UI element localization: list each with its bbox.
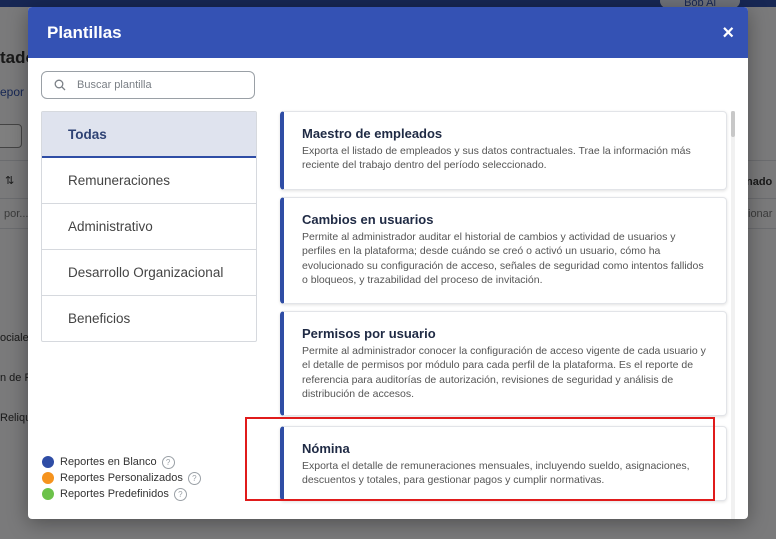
modal-title: Plantillas (47, 22, 122, 42)
category-item-administrativo[interactable]: Administrativo (42, 204, 256, 250)
category-list: Todas Remuneraciones Administrativo Desa… (41, 111, 257, 342)
template-card-cambios-usuarios[interactable]: Cambios en usuarios Permite al administr… (280, 197, 727, 304)
template-card-permisos-usuario[interactable]: Permisos por usuario Permite al administ… (280, 311, 727, 416)
legend-dot-blank (42, 456, 54, 468)
search-icon (54, 79, 66, 91)
report-type-legend: Reportes en Blanco ? Reportes Personaliz… (42, 454, 201, 502)
template-card-description: Exporta el listado de empleados y sus da… (302, 145, 691, 172)
legend-item-blank: Reportes en Blanco ? (42, 454, 201, 470)
legend-item-predefined: Reportes Predefinidos ? (42, 486, 201, 502)
modal-header: Plantillas × (28, 7, 748, 58)
legend-label: Reportes Personalizados (60, 472, 183, 484)
template-card-title: Maestro de empleados (302, 126, 443, 141)
selection-highlight (245, 417, 715, 501)
category-item-todas[interactable]: Todas (42, 112, 256, 158)
search-input[interactable] (75, 78, 239, 92)
scrollbar-thumb[interactable] (731, 111, 735, 137)
template-card-description: Permite al administrador conocer la conf… (302, 345, 706, 400)
help-icon[interactable]: ? (161, 455, 175, 469)
category-item-desarrollo-organizacional[interactable]: Desarrollo Organizacional (42, 250, 256, 296)
scrollbar[interactable] (731, 111, 735, 519)
legend-dot-predefined (42, 488, 54, 500)
template-card-maestro-empleados[interactable]: Maestro de empleados Exporta el listado … (280, 111, 727, 190)
help-icon[interactable]: ? (173, 487, 187, 501)
help-icon[interactable]: ? (187, 471, 201, 485)
legend-item-custom: Reportes Personalizados ? (42, 470, 201, 486)
legend-label: Reportes en Blanco (60, 456, 157, 468)
template-card-title: Permisos por usuario (302, 326, 436, 341)
template-card-title: Cambios en usuarios (302, 212, 434, 227)
close-button[interactable]: × (722, 23, 734, 43)
legend-label: Reportes Predefinidos (60, 488, 169, 500)
search-box[interactable] (41, 71, 255, 99)
legend-dot-custom (42, 472, 54, 484)
category-item-remuneraciones[interactable]: Remuneraciones (42, 158, 256, 204)
template-card-description: Permite al administrador auditar el hist… (302, 231, 704, 286)
category-item-beneficios[interactable]: Beneficios (42, 296, 256, 341)
